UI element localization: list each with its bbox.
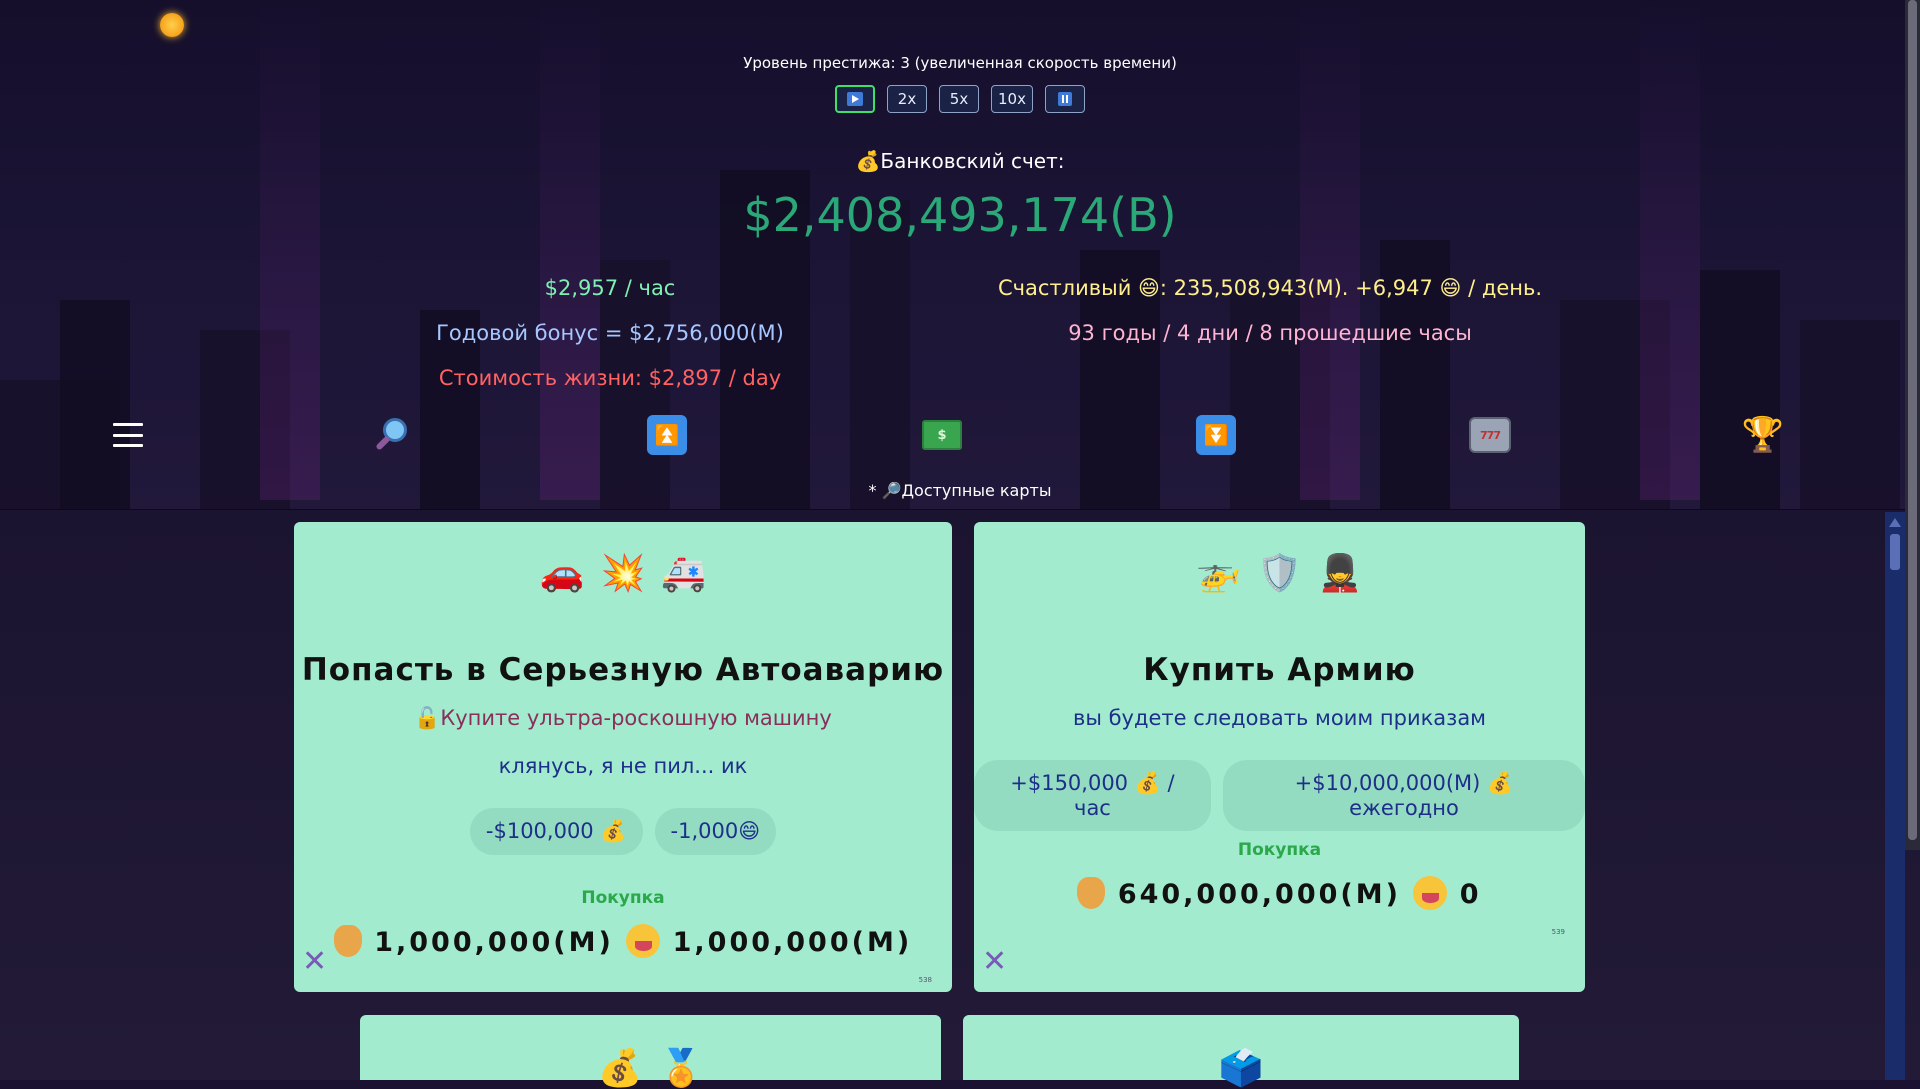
- card-requirement: 🔓Купите ультра-роскошную машину: [414, 706, 832, 730]
- speed-controls: 2x 5x 10x: [0, 85, 1920, 113]
- prestige-level: Уровень престижа: 3 (увеличенная скорост…: [743, 54, 1177, 72]
- play-icon: [847, 92, 864, 106]
- hourly-income: $2,957 / час: [544, 276, 676, 300]
- card-price[interactable]: 640,000,000(M) 0: [974, 876, 1585, 910]
- happiness-stat: Счастливый 😄: 235,508,943(M). +6,947 😄 /…: [997, 276, 1543, 300]
- scroll-thumb[interactable]: [1890, 534, 1900, 570]
- scroll-up-icon[interactable]: [1889, 518, 1901, 527]
- content-scrollbar[interactable]: [1885, 512, 1905, 1080]
- card-title: Купить Армию: [1143, 652, 1416, 688]
- magnifier-icon: [373, 414, 413, 456]
- money-bag-icon: 💰: [597, 1048, 643, 1089]
- upgrade-button[interactable]: ⏫: [642, 410, 692, 460]
- card-partial-left[interactable]: 💰 🏅: [360, 1015, 941, 1089]
- page-scrollbar[interactable]: [1905, 0, 1920, 850]
- cost-of-living: Стоимость жизни: $2,897 / day: [438, 366, 782, 390]
- slot-machine-icon: 777: [1469, 417, 1511, 453]
- card-id: 538: [918, 976, 932, 984]
- buy-label: Покупка: [1237, 840, 1322, 860]
- sun-icon: [160, 13, 184, 37]
- effect-happiness: -1,000😄: [654, 808, 777, 855]
- dismiss-card-button[interactable]: ✕: [982, 944, 1007, 979]
- speed-5x-button[interactable]: 5x: [939, 85, 980, 113]
- smile-icon: [1413, 876, 1448, 910]
- effect-hourly: +$150,000 💰 / час: [974, 760, 1211, 831]
- medal-icon: 🏅: [658, 1048, 704, 1089]
- slot-machine-button[interactable]: 777: [1465, 410, 1515, 460]
- bank-account-label: 💰Банковский счет:: [855, 149, 1065, 173]
- card-title: Попасть в Серьезную Автоаварию: [301, 652, 945, 688]
- elapsed-time: 93 годы / 4 дни / 8 прошедшие часы: [1068, 321, 1472, 345]
- main-nav: ⏫ $ ⏬ 777 🏆: [0, 410, 1920, 460]
- smile-icon: [626, 924, 661, 958]
- card-emojis: 🚁 🛡️ 💂: [974, 552, 1585, 594]
- speed-2x-button[interactable]: 2x: [887, 85, 928, 113]
- price-money: 1,000,000(M): [374, 927, 614, 958]
- pause-button[interactable]: [1044, 85, 1085, 113]
- guard-icon: 💂: [1317, 553, 1363, 594]
- content-background: [0, 510, 1920, 1080]
- card-effects: -$100,000 💰 -1,000😄: [294, 808, 952, 855]
- pause-icon: [1057, 92, 1072, 106]
- money-icon: $: [922, 420, 962, 450]
- trophy-icon: 🏆: [1741, 415, 1785, 455]
- effect-annual: +$10,000,000(M) 💰 ежегодно: [1222, 760, 1585, 831]
- hamburger-icon: [113, 423, 143, 447]
- card-car-accident[interactable]: 🚗 💥 🚑 Попасть в Серьезную Автоаварию 🔓Ку…: [294, 522, 952, 992]
- dismiss-card-button[interactable]: ✕: [302, 944, 327, 979]
- page-scroll-thumb[interactable]: [1908, 0, 1917, 840]
- card-partial-right[interactable]: 🗳️: [963, 1015, 1519, 1089]
- price-happiness: 0: [1459, 879, 1482, 910]
- bank-account-amount: $2,408,493,174(B): [743, 188, 1177, 242]
- downgrade-button[interactable]: ⏬: [1191, 410, 1241, 460]
- card-emojis: 🚗 💥 🚑: [294, 552, 952, 594]
- helicopter-icon: 🚁: [1196, 553, 1242, 594]
- card-description: вы будете следовать моим приказам: [1072, 706, 1487, 730]
- double-down-arrow-icon: ⏬: [1196, 415, 1236, 455]
- money-bag-icon: [333, 925, 362, 957]
- card-emojis: 💰 🏅: [360, 1047, 941, 1089]
- available-cards-label: * 🔎Доступные карты: [868, 481, 1052, 500]
- card-emojis: 🗳️: [963, 1047, 1519, 1089]
- collision-icon: 💥: [600, 553, 646, 594]
- search-cards-button[interactable]: [368, 410, 418, 460]
- card-description: клянусь, я не пил... ик: [498, 754, 748, 778]
- shield-icon: 🛡️: [1257, 553, 1302, 594]
- card-buy-army[interactable]: 🚁 🛡️ 💂 Купить Армию вы будете следовать …: [974, 522, 1585, 992]
- speed-10x-button[interactable]: 10x: [991, 85, 1033, 113]
- trophy-button[interactable]: 🏆: [1738, 410, 1788, 460]
- price-money: 640,000,000(M): [1117, 879, 1401, 910]
- price-happiness: 1,000,000(M): [672, 927, 913, 958]
- card-price[interactable]: 1,000,000(M) 1,000,000(M): [294, 924, 952, 958]
- money-bag-icon: [1077, 877, 1106, 909]
- ballot-box-icon: 🗳️: [1218, 1048, 1264, 1089]
- annual-bonus: Годовой бонус = $2,756,000(M): [436, 321, 784, 345]
- card-id: 539: [1551, 928, 1565, 936]
- buy-label: Покупка: [581, 888, 665, 908]
- car-icon: 🚗: [539, 553, 585, 594]
- menu-button[interactable]: [103, 410, 153, 460]
- play-button[interactable]: [835, 85, 876, 113]
- money-button[interactable]: $: [917, 410, 967, 460]
- ambulance-icon: 🚑: [661, 553, 707, 594]
- double-up-arrow-icon: ⏫: [647, 415, 687, 455]
- effect-money: -$100,000 💰: [469, 808, 643, 855]
- card-effects: +$150,000 💰 / час +$10,000,000(M) 💰 ежег…: [974, 760, 1585, 831]
